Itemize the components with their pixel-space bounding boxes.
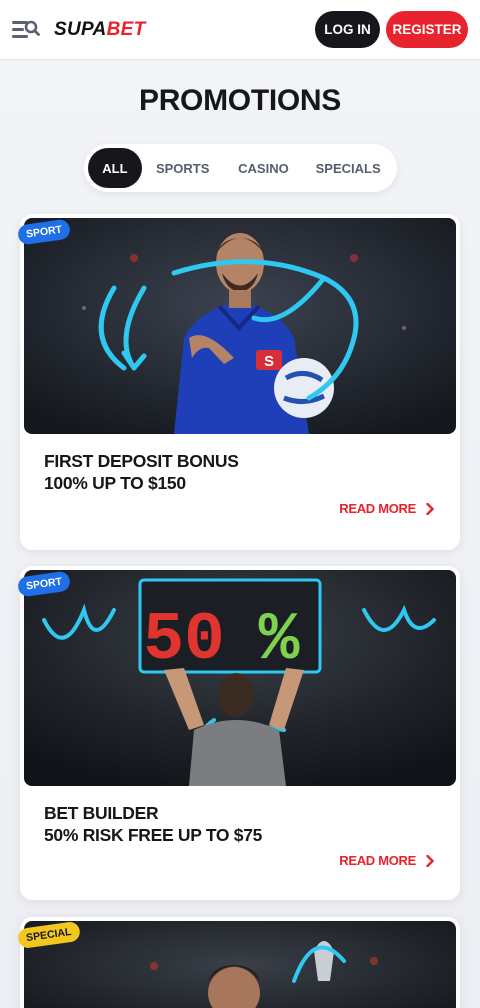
- tab-specials[interactable]: SPECIALS: [303, 148, 393, 188]
- promo-card-bet-builder[interactable]: 50 % SPORT BET BUILDER 50% RISK FREE UP …: [16, 566, 460, 900]
- supabet-logo[interactable]: SUPABET: [54, 19, 145, 41]
- promo-title-line2: 100% UP TO $150: [44, 473, 186, 493]
- svg-text:S: S: [264, 353, 274, 370]
- promotion-filter-tabs: ALL SPORTS CASINO SPECIALS: [84, 144, 397, 192]
- promo-title-line1: FIRST DEPOSIT BONUS: [44, 451, 239, 471]
- top-header: SUPABET LOG IN REGISTER: [0, 0, 480, 60]
- scoreboard-right-digits: %: [259, 602, 300, 679]
- promo-image-trophy[interactable]: [24, 921, 456, 1008]
- scoreboard-left-digits: 50: [143, 602, 225, 679]
- promo-title: BET BUILDER 50% RISK FREE UP TO $75: [44, 802, 434, 846]
- promo-image-scoreboard[interactable]: 50 %: [24, 570, 456, 786]
- read-more-label: READ MORE: [339, 501, 416, 516]
- promo-title-line2: 50% RISK FREE UP TO $75: [44, 825, 263, 845]
- tab-sports[interactable]: SPORTS: [142, 148, 224, 188]
- promo-title-line1: BET BUILDER: [44, 803, 159, 823]
- logo-text-bet: BET: [106, 18, 146, 40]
- register-button[interactable]: REGISTER: [386, 11, 468, 48]
- promo-image-footballer[interactable]: S: [24, 218, 456, 434]
- chevron-right-icon: [426, 502, 434, 515]
- tab-casino[interactable]: CASINO: [224, 148, 304, 188]
- read-more-link[interactable]: READ MORE: [339, 853, 434, 868]
- menu-search-icon[interactable]: [12, 19, 40, 41]
- read-more-label: READ MORE: [339, 853, 416, 868]
- promo-title: FIRST DEPOSIT BONUS 100% UP TO $150: [44, 450, 434, 494]
- read-more-link[interactable]: READ MORE: [339, 501, 434, 516]
- tab-all[interactable]: ALL: [88, 148, 142, 188]
- login-button[interactable]: LOG IN: [315, 11, 380, 48]
- promo-card-special[interactable]: SPECIAL: [16, 917, 460, 1008]
- page-title: PROMOTIONS: [138, 84, 341, 117]
- promo-card-first-deposit[interactable]: S SPORT FIRST DEPOSIT BONUS 100% UP TO $…: [16, 214, 460, 550]
- chevron-right-icon: [426, 854, 434, 867]
- logo-text-supa: SUPA: [54, 18, 107, 40]
